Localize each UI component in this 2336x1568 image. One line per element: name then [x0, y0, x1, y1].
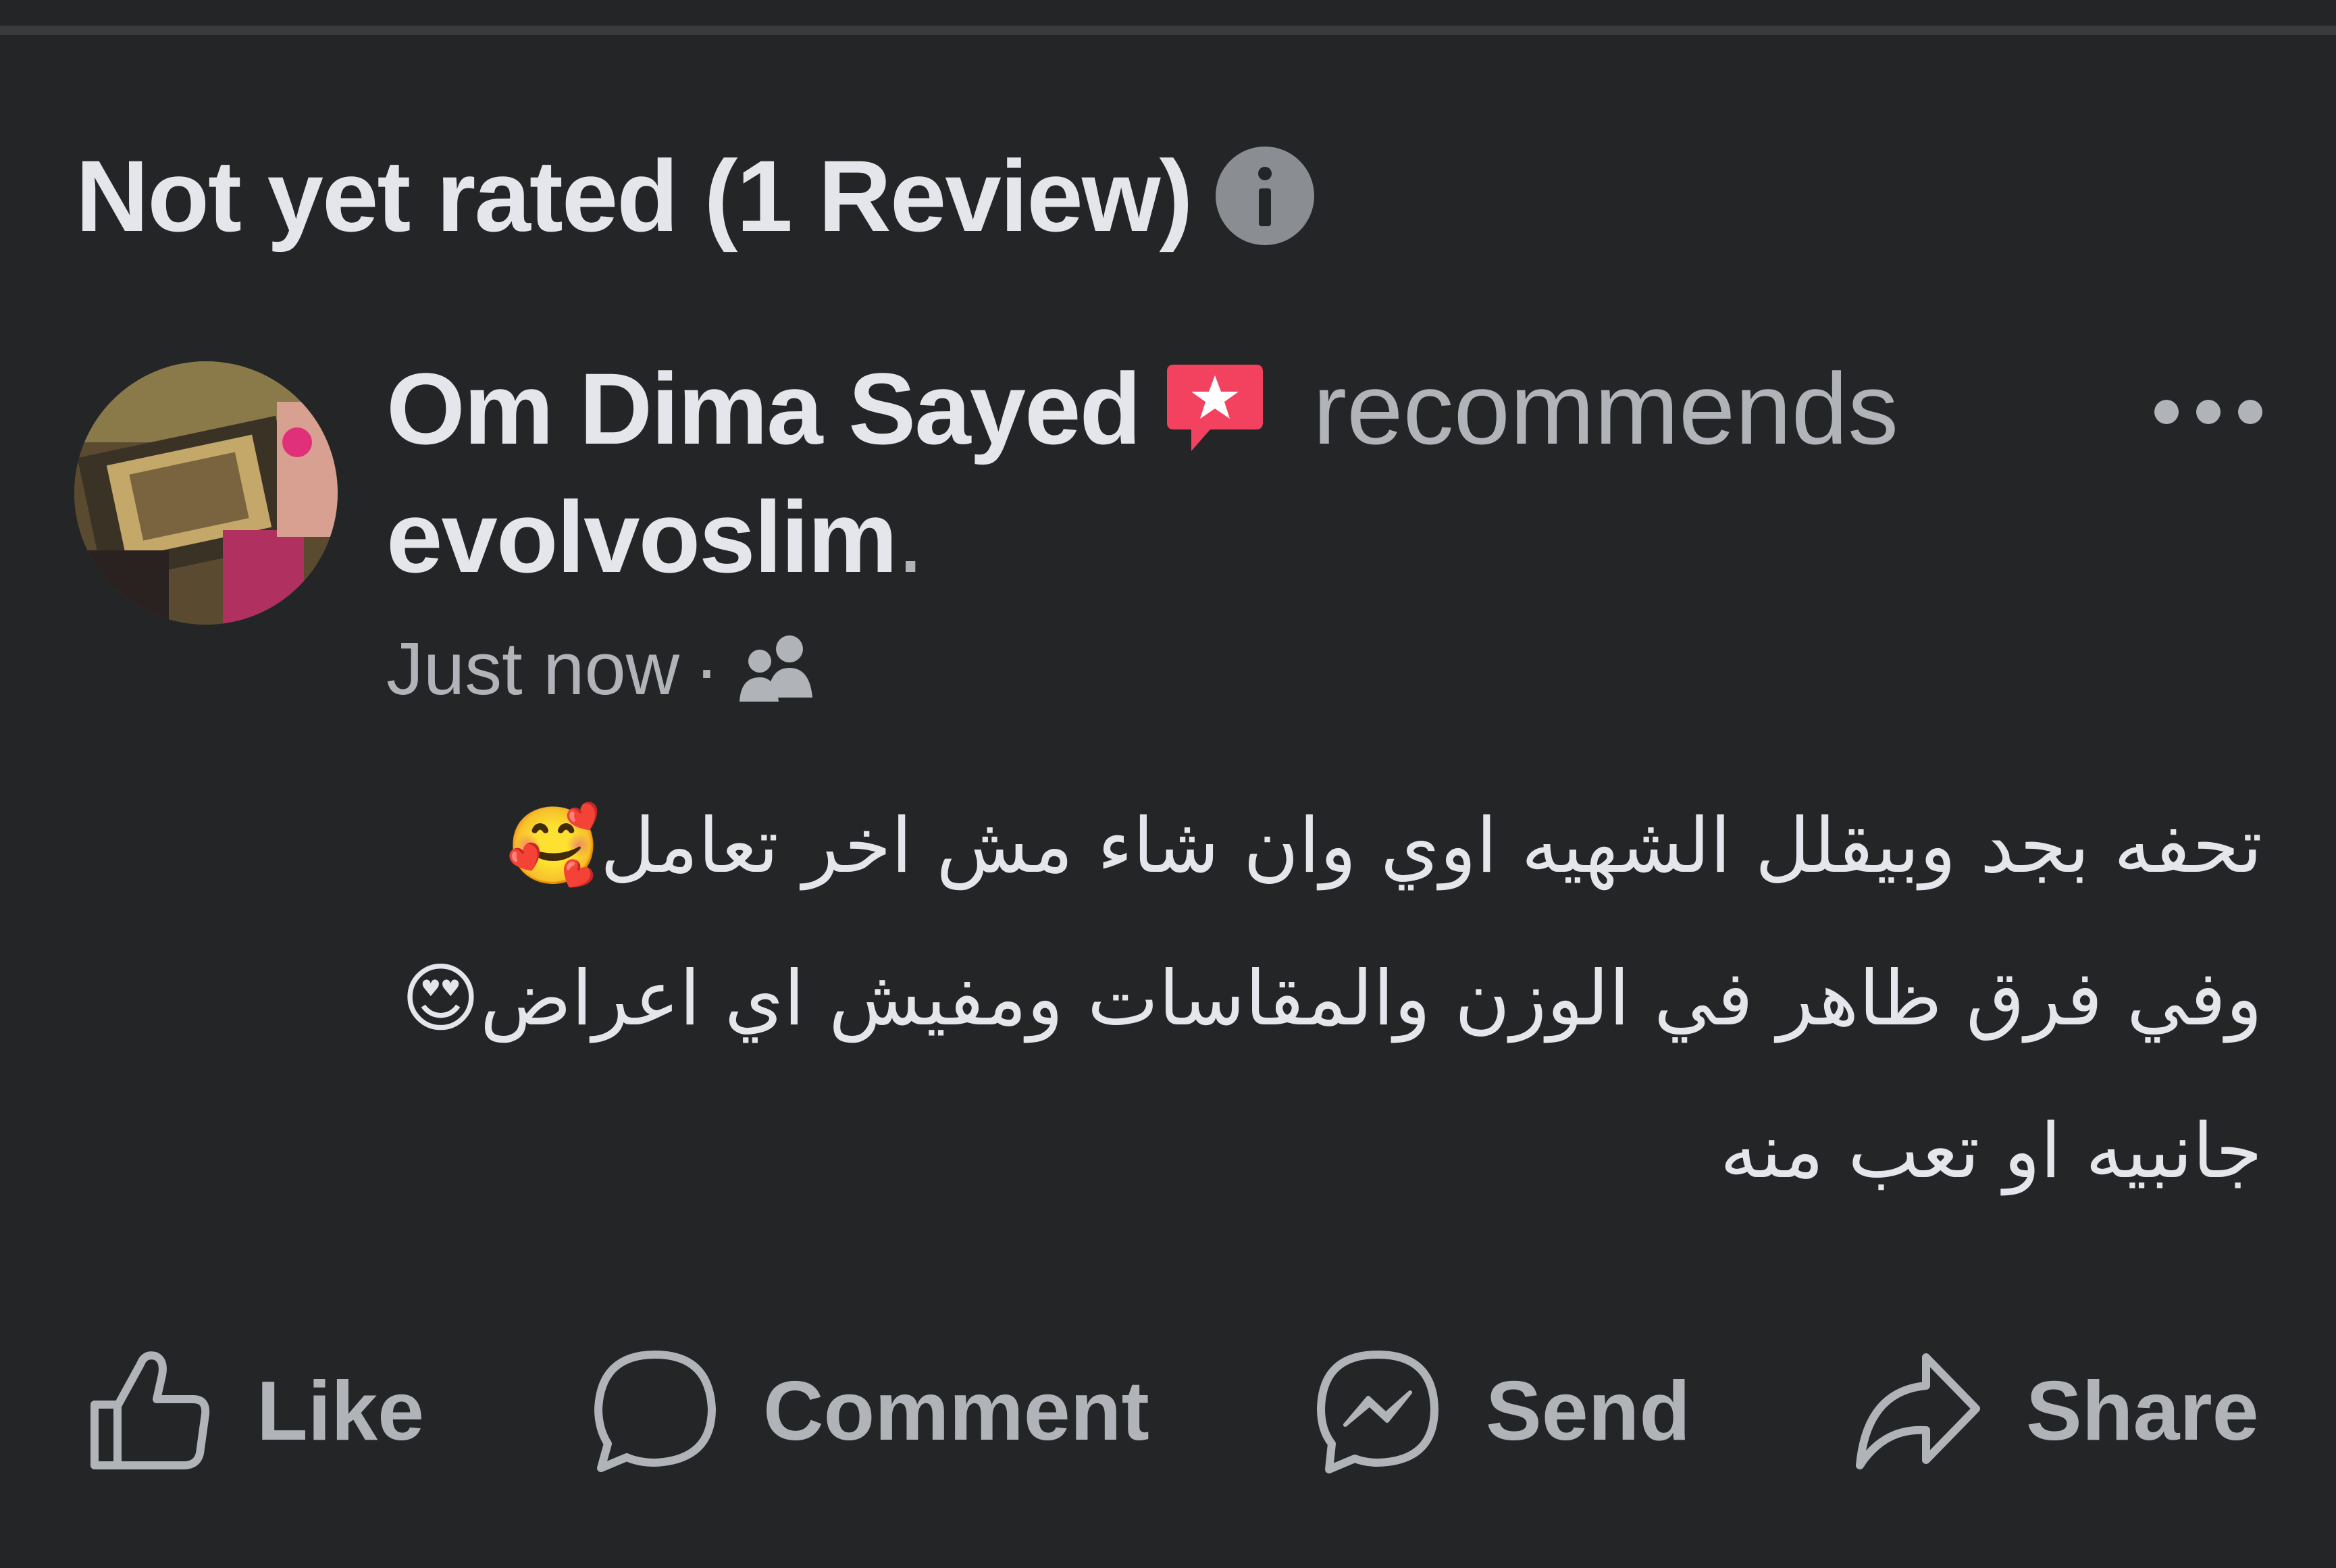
review-line: وفي فرق ظاهر في الوزن والمقاسات ومفيش اي… [401, 955, 2262, 1043]
comment-label: Comment [763, 1365, 1149, 1458]
messenger-icon [1317, 1351, 1438, 1473]
more-options-icon[interactable] [2134, 378, 2283, 446]
meta-separator: · [694, 627, 719, 710]
avatar-image [74, 361, 338, 625]
author-name[interactable]: Om Dima Sayed [386, 350, 1141, 467]
top-divider [0, 26, 2336, 35]
action-text: recommends [1313, 351, 1899, 465]
send-button[interactable]: Send [1310, 1337, 1690, 1486]
review-line: تحفه بجد وبيقلل الشهيه اوي وان شاء مش اخ… [506, 802, 2262, 890]
comment-icon [594, 1351, 716, 1472]
share-label: Share [2026, 1365, 2259, 1458]
rating-header: Not yet rated (1 Review) [76, 135, 1315, 257]
period: . [896, 479, 925, 594]
like-button[interactable]: Like [81, 1337, 424, 1486]
like-label: Like [257, 1365, 425, 1458]
review-text: تحفه بجد وبيقلل الشهيه اوي وان شاء مش اخ… [101, 770, 2262, 1228]
review-screen: Not yet rated (1 Review) Om Dima Sayed r… [0, 0, 2336, 1568]
recommendation-badge-icon [1164, 358, 1266, 459]
share-button[interactable]: Share [1850, 1337, 2259, 1486]
rating-title: Not yet rated (1 Review) [76, 138, 1193, 253]
review-line: جانبيه او تعب منه [1719, 1107, 2262, 1195]
thumbs-up-icon [90, 1351, 210, 1469]
share-icon [1856, 1353, 1980, 1469]
send-label: Send [1486, 1365, 1691, 1458]
avatar[interactable] [74, 361, 338, 625]
timestamp[interactable]: Just now [386, 626, 679, 712]
comment-button[interactable]: Comment [588, 1337, 1149, 1486]
friends-icon [734, 630, 822, 708]
action-bar: Like Comment Send Share [0, 1337, 2336, 1486]
page-name-link[interactable]: evolvoslim [386, 479, 898, 596]
info-icon[interactable] [1216, 147, 1315, 245]
post-header: Om Dima Sayed recommends evolvoslim. Jus… [386, 341, 2142, 726]
